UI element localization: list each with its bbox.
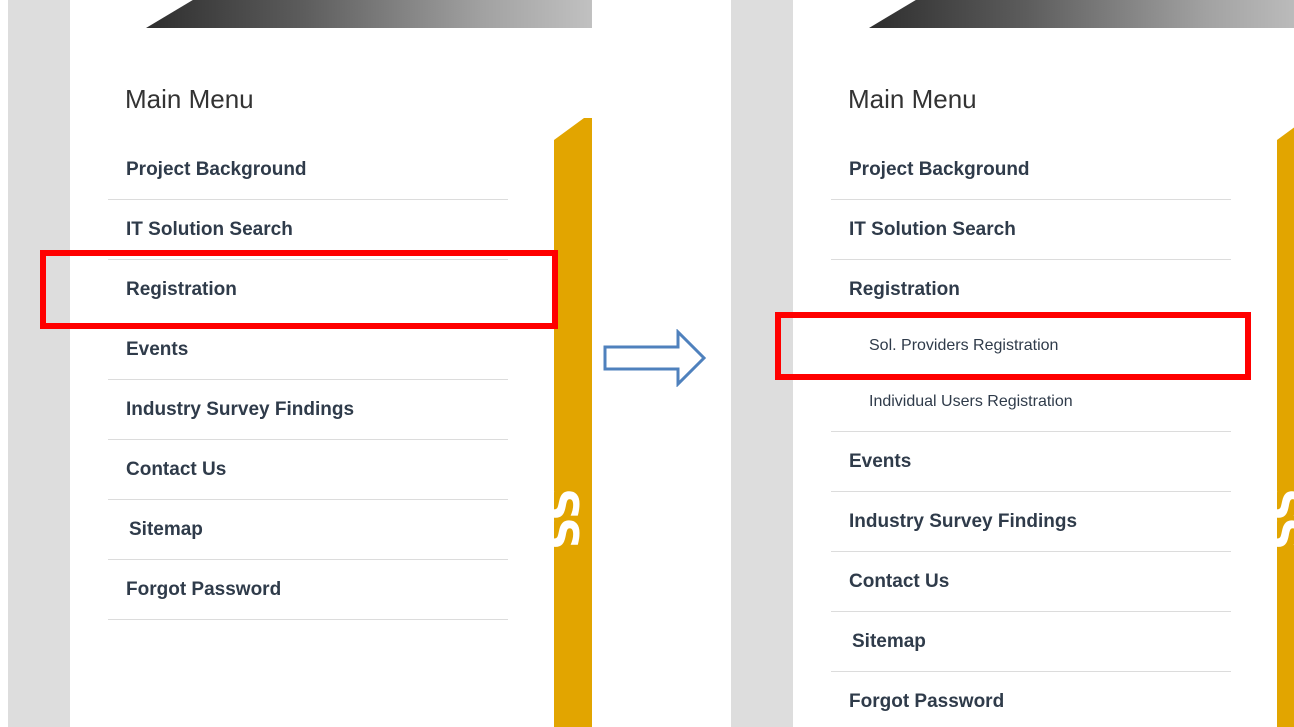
- accent-band: SS: [1277, 118, 1294, 727]
- sol-providers-highlight-box: [775, 312, 1251, 380]
- main-menu: Project Background IT Solution Search Re…: [831, 140, 1231, 727]
- menu-item-events[interactable]: Events: [108, 320, 508, 380]
- menu-item-forgot-password[interactable]: Forgot Password: [831, 672, 1231, 727]
- registration-highlight-box: [40, 250, 558, 329]
- header-banner-image: [869, 0, 1294, 28]
- menu-item-sitemap[interactable]: Sitemap: [108, 500, 508, 560]
- header-banner-image: [146, 0, 592, 28]
- right-screenshot-panel: SS Main Menu Project Background IT Solut…: [731, 0, 1294, 727]
- menu-item-industry-survey-findings[interactable]: Industry Survey Findings: [831, 492, 1231, 552]
- menu-title: Main Menu: [125, 84, 254, 114]
- menu-item-project-background[interactable]: Project Background: [108, 140, 508, 200]
- menu-item-forgot-password[interactable]: Forgot Password: [108, 560, 508, 620]
- side-strip: [8, 0, 70, 727]
- submenu-item-individual-users-registration[interactable]: Individual Users Registration: [831, 372, 1231, 432]
- menu-title: Main Menu: [848, 84, 977, 114]
- menu-item-project-background[interactable]: Project Background: [831, 140, 1231, 200]
- menu-item-events[interactable]: Events: [831, 432, 1231, 492]
- menu-item-industry-survey-findings[interactable]: Industry Survey Findings: [108, 380, 508, 440]
- accent-band-lettering: SS: [554, 488, 584, 549]
- menu-item-sitemap[interactable]: Sitemap: [831, 612, 1231, 672]
- menu-item-contact-us[interactable]: Contact Us: [108, 440, 508, 500]
- main-menu: Project Background IT Solution Search Re…: [108, 140, 508, 620]
- menu-item-contact-us[interactable]: Contact Us: [831, 552, 1231, 612]
- menu-item-registration[interactable]: Registration: [831, 260, 1231, 320]
- accent-band-lettering: SS: [1277, 488, 1294, 549]
- accent-band: SS: [554, 118, 592, 727]
- left-screenshot-panel: SS Main Menu Project Background IT Solut…: [8, 0, 592, 727]
- right-arrow-icon: [603, 329, 707, 387]
- menu-item-it-solution-search[interactable]: IT Solution Search: [831, 200, 1231, 260]
